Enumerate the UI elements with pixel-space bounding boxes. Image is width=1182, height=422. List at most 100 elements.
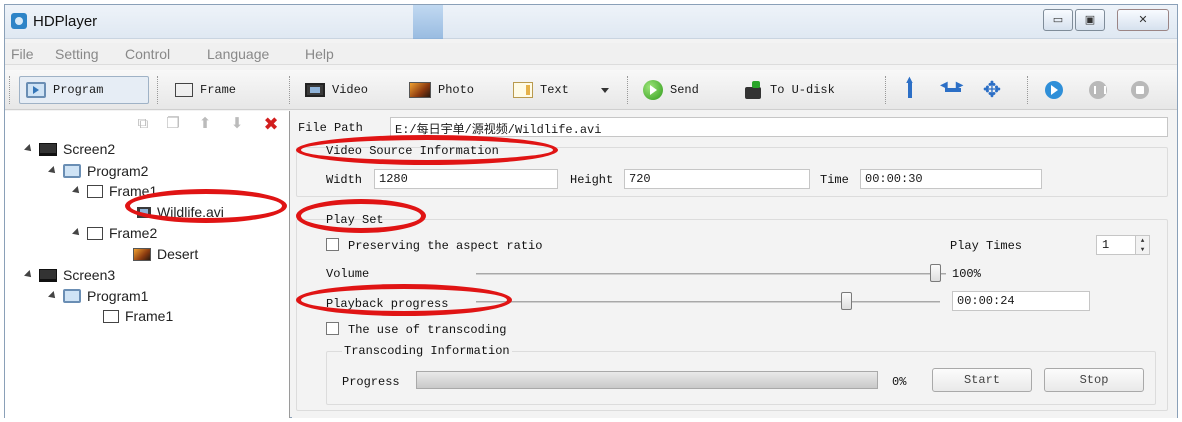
menu-help[interactable]: Help — [305, 46, 334, 62]
send-button[interactable]: Send — [637, 76, 705, 104]
menu-setting[interactable]: Setting — [55, 46, 99, 62]
playback-time-field[interactable]: 00:00:24 — [952, 291, 1090, 311]
tree-item-desert[interactable]: Desert — [133, 244, 198, 264]
stop-button[interactable] — [1125, 76, 1155, 104]
width-field[interactable]: 1280 — [374, 169, 558, 189]
program-icon — [63, 289, 81, 303]
transcoding-progress-bar — [416, 371, 878, 389]
tree-item-screen2[interactable]: Screen2 — [24, 139, 116, 159]
move-arrows-icon: ✥ — [982, 77, 1002, 102]
tree-item-frame1[interactable]: Frame1 — [72, 181, 157, 201]
spin-arrows-icon[interactable]: ▲ ▼ — [1135, 236, 1149, 254]
text-dropdown-button[interactable] — [595, 76, 615, 104]
tree-item-frame2[interactable]: Frame2 — [72, 223, 158, 243]
tree-item-frame1[interactable]: Frame1 — [103, 306, 173, 326]
play-times-spinbox[interactable]: 1 ▲ ▼ — [1096, 235, 1150, 255]
tree-item-label: Screen2 — [63, 141, 116, 157]
playback-progress-label: Playback progress — [326, 297, 449, 311]
program-tree-panel: ⧉ ❐ ⬆ ⬇ ✖ Screen2 Program2 Frame1 Wildli… — [5, 111, 290, 418]
expander-icon[interactable] — [72, 228, 82, 238]
to-udisk-button[interactable]: To U-disk — [737, 76, 841, 104]
horizontal-stretch-button[interactable] — [935, 76, 971, 104]
arrow-up-icon[interactable]: ⬆ — [195, 114, 215, 134]
playback-slider-handle[interactable] — [841, 292, 853, 310]
menu-control[interactable]: Control — [125, 46, 170, 62]
volume-label: Volume — [326, 267, 370, 281]
tree-item-label: Program2 — [87, 163, 149, 179]
play-button[interactable] — [1039, 76, 1069, 104]
height-field[interactable]: 720 — [624, 169, 810, 189]
expander-icon[interactable] — [24, 270, 34, 280]
toolbar-separator — [885, 76, 886, 104]
move-button[interactable]: ✥ — [975, 76, 1009, 104]
app-logo-icon — [11, 13, 27, 29]
arrow-down-icon[interactable]: ⬇ — [227, 114, 247, 134]
progress-label: Progress — [342, 375, 400, 389]
tree-item-wildlife-avi[interactable]: Wildlife.avi — [137, 202, 224, 222]
usb-disk-icon — [743, 81, 763, 99]
text-button[interactable]: Text — [507, 76, 575, 104]
transcoding-checkbox[interactable] — [326, 322, 339, 335]
tree-item-label: Screen3 — [63, 267, 116, 283]
copy-icon[interactable]: ⧉ — [133, 114, 153, 134]
frame-button[interactable]: Frame — [169, 76, 242, 104]
paste-icon[interactable]: ❐ — [163, 114, 183, 134]
frame-icon — [175, 83, 193, 97]
vertical-stretch-button[interactable] — [899, 74, 921, 104]
video-button[interactable]: Video — [299, 76, 374, 104]
window-title: HDPlayer — [33, 13, 98, 30]
pause-button[interactable] — [1083, 76, 1113, 104]
properties-panel: File Path E:/每日宇单/源视频/Wildlife.avi Video… — [292, 111, 1177, 418]
photo-button[interactable]: Photo — [403, 76, 480, 104]
playback-progress-slider[interactable] — [476, 301, 940, 303]
play-times-value: 1 — [1102, 238, 1110, 252]
volume-slider-handle[interactable] — [930, 264, 941, 282]
expander-icon[interactable] — [24, 144, 34, 154]
title-bar: HDPlayer ▭ ▣ ✕ — [5, 5, 1177, 39]
expander-icon[interactable] — [72, 186, 82, 196]
width-label: Width — [326, 173, 363, 187]
time-field[interactable]: 00:00:30 — [860, 169, 1042, 189]
hdplayer-window: HDPlayer ▭ ▣ ✕ File Setting Control Lang… — [4, 4, 1178, 418]
photo-label: Photo — [438, 83, 475, 97]
file-path-field[interactable]: E:/每日宇单/源视频/Wildlife.avi — [390, 117, 1168, 137]
time-label: Time — [820, 173, 849, 187]
play-icon — [1045, 81, 1063, 99]
toolbar-separator — [1027, 76, 1028, 104]
send-label: Send — [670, 83, 699, 97]
program-button[interactable]: Program — [19, 76, 149, 104]
tree-item-program2[interactable]: Program2 — [48, 161, 149, 181]
video-label: Video — [332, 83, 369, 97]
maximize-button[interactable]: ▣ — [1075, 9, 1105, 31]
tree-item-label: Program1 — [87, 288, 149, 304]
play-times-label: Play Times — [950, 239, 1023, 253]
tree-item-screen3[interactable]: Screen3 — [24, 265, 116, 285]
volume-slider[interactable] — [476, 273, 946, 275]
video-source-title: Video Source Information — [326, 144, 499, 158]
expander-icon[interactable] — [48, 166, 58, 176]
close-button[interactable]: ✕ — [1117, 9, 1169, 31]
expander-icon[interactable] — [48, 291, 58, 301]
preserve-aspect-label: Preserving the aspect ratio — [348, 239, 543, 253]
minimize-button[interactable]: ▭ — [1043, 9, 1073, 31]
progress-value: 0% — [892, 375, 907, 389]
toolbar-separator — [157, 76, 158, 104]
menu-language[interactable]: Language — [207, 46, 269, 62]
file-path-label: File Path — [298, 121, 363, 135]
send-icon — [643, 80, 663, 100]
stop-icon — [1131, 81, 1149, 99]
tree-item-program1[interactable]: Program1 — [48, 286, 149, 306]
menu-file[interactable]: File — [11, 46, 34, 62]
transcoding-label: The use of transcoding — [348, 323, 507, 337]
volume-value: 100% — [952, 267, 981, 281]
preserve-aspect-checkbox[interactable] — [326, 238, 339, 251]
toolbar-separator — [289, 76, 290, 104]
start-button[interactable]: Start — [932, 368, 1032, 392]
tree-item-label: Frame2 — [109, 225, 158, 241]
stop-transcoding-button[interactable]: Stop — [1044, 368, 1144, 392]
video-file-icon — [137, 206, 151, 218]
delete-icon[interactable]: ✖ — [261, 114, 281, 134]
frame-icon — [103, 309, 119, 323]
frame-icon — [87, 226, 103, 240]
vertical-arrows-icon — [904, 74, 915, 101]
